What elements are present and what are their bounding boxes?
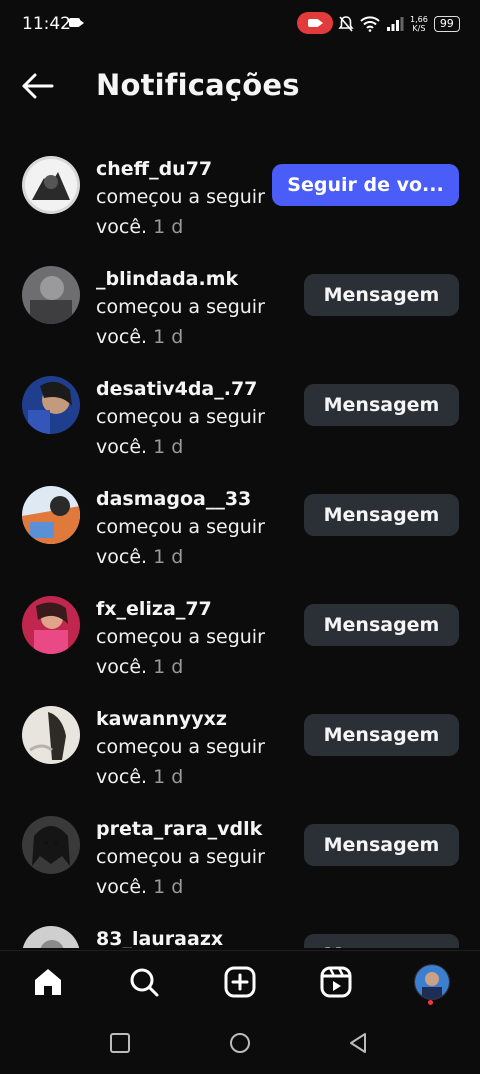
notification-item[interactable]: fx_eliza_77 começou a seguir você. 1 d M… xyxy=(0,592,480,702)
notification-text: desativ4da_.77 começou a seguir você. 1 … xyxy=(96,376,296,462)
notification-item[interactable]: kawannyyxz começou a seguir você. 1 d Me… xyxy=(0,702,480,812)
network-speed: 1,66 K/S xyxy=(410,15,428,33)
status-bar: 11:42 1,66 K/S 99 xyxy=(0,0,480,48)
header: Notificações xyxy=(0,60,480,114)
mute-bell-icon xyxy=(338,16,354,32)
notification-item[interactable]: desativ4da_.77 começou a seguir você. 1 … xyxy=(0,372,480,482)
notification-text: fx_eliza_77 começou a seguir você. 1 d xyxy=(96,596,296,682)
avatar[interactable] xyxy=(22,706,80,764)
message-button[interactable]: Mensagem xyxy=(304,934,459,948)
notification-text: _blindada.mk começou a seguir você. 1 d xyxy=(96,266,296,352)
timestamp: 1 d xyxy=(153,436,184,458)
avatar[interactable] xyxy=(22,486,80,544)
avatar[interactable] xyxy=(22,596,80,654)
status-icons: 1,66 K/S 99 xyxy=(338,10,460,38)
notification-item[interactable]: dasmagoa__33 começou a seguir você. 1 d … xyxy=(0,482,480,592)
notification-action: começou a seguir você. 1 d xyxy=(96,512,296,572)
notification-action: começou a seguir você. 1 d xyxy=(96,622,296,682)
wifi-icon xyxy=(360,16,380,32)
home-circle-icon[interactable] xyxy=(229,1032,251,1054)
username[interactable]: cheff_du77 xyxy=(96,156,296,182)
notification-item[interactable]: _blindada.mk começou a seguir você. 1 d … xyxy=(0,262,480,372)
search-icon[interactable] xyxy=(127,965,161,999)
notification-text: preta_rara_vdlk começou a seguir você. 1… xyxy=(96,816,296,902)
message-button[interactable]: Mensagem xyxy=(304,714,459,756)
system-nav xyxy=(0,1012,480,1074)
notification-text: dasmagoa__33 começou a seguir você. 1 d xyxy=(96,486,296,572)
notification-action: começou a seguir você. 1 d xyxy=(96,292,296,352)
notification-action: começou a seguir você. 1 d xyxy=(96,732,296,792)
notification-item[interactable]: 83_lauraazx Mensagem xyxy=(0,922,480,948)
battery-indicator: 99 xyxy=(433,16,460,32)
status-time: 11:42 xyxy=(22,14,71,34)
back-triangle-icon[interactable] xyxy=(347,1032,369,1054)
notification-item[interactable]: cheff_du77 começou a seguir você. 1 d Se… xyxy=(0,152,480,262)
username[interactable]: 83_lauraazx xyxy=(96,926,296,948)
username[interactable]: kawannyyxz xyxy=(96,706,296,732)
message-button[interactable]: Mensagem xyxy=(304,494,459,536)
video-camera-icon xyxy=(69,18,84,27)
notification-action: começou a seguir você. 1 d xyxy=(96,402,296,462)
username[interactable]: _blindada.mk xyxy=(96,266,296,292)
reels-icon[interactable] xyxy=(319,965,353,999)
bottom-nav xyxy=(0,950,480,1013)
notification-action: começou a seguir você. 1 d xyxy=(96,842,296,902)
screen-record-icon xyxy=(297,12,333,34)
message-button[interactable]: Mensagem xyxy=(304,604,459,646)
follow-back-button[interactable]: Seguir de vo... xyxy=(272,164,459,206)
notification-dot xyxy=(428,1000,433,1005)
message-button[interactable]: Mensagem xyxy=(304,384,459,426)
avatar[interactable] xyxy=(22,266,80,324)
message-button[interactable]: Mensagem xyxy=(304,824,459,866)
username[interactable]: desativ4da_.77 xyxy=(96,376,296,402)
notification-action: começou a seguir você. 1 d xyxy=(96,182,266,242)
username[interactable]: fx_eliza_77 xyxy=(96,596,296,622)
message-button[interactable]: Mensagem xyxy=(304,274,459,316)
back-arrow-icon[interactable] xyxy=(20,70,56,102)
username[interactable]: dasmagoa__33 xyxy=(96,486,296,512)
timestamp: 1 d xyxy=(153,876,184,898)
avatar[interactable] xyxy=(22,816,80,874)
timestamp: 1 d xyxy=(153,546,184,568)
home-icon[interactable] xyxy=(31,965,65,999)
page-title: Notificações xyxy=(96,68,300,102)
timestamp: 1 d xyxy=(153,766,184,788)
notification-text: kawannyyxz começou a seguir você. 1 d xyxy=(96,706,296,792)
notification-item[interactable]: preta_rara_vdlk começou a seguir você. 1… xyxy=(0,812,480,922)
timestamp: 1 d xyxy=(153,656,184,678)
avatar[interactable] xyxy=(22,926,80,948)
speed-unit: K/S xyxy=(412,24,426,33)
avatar[interactable] xyxy=(22,376,80,434)
timestamp: 1 d xyxy=(153,326,184,348)
notification-text: 83_lauraazx xyxy=(96,926,296,948)
timestamp: 1 d xyxy=(153,216,184,238)
signal-icon xyxy=(387,17,404,31)
notification-list[interactable]: cheff_du77 começou a seguir você. 1 d Se… xyxy=(0,150,480,948)
notification-text: cheff_du77 começou a seguir você. 1 d xyxy=(96,156,296,242)
profile-avatar[interactable] xyxy=(414,964,450,1000)
speed-value: 1,66 xyxy=(410,15,428,24)
avatar[interactable] xyxy=(22,156,80,214)
username[interactable]: preta_rara_vdlk xyxy=(96,816,296,842)
create-post-icon[interactable] xyxy=(223,965,257,999)
recent-apps-icon[interactable] xyxy=(109,1032,131,1054)
